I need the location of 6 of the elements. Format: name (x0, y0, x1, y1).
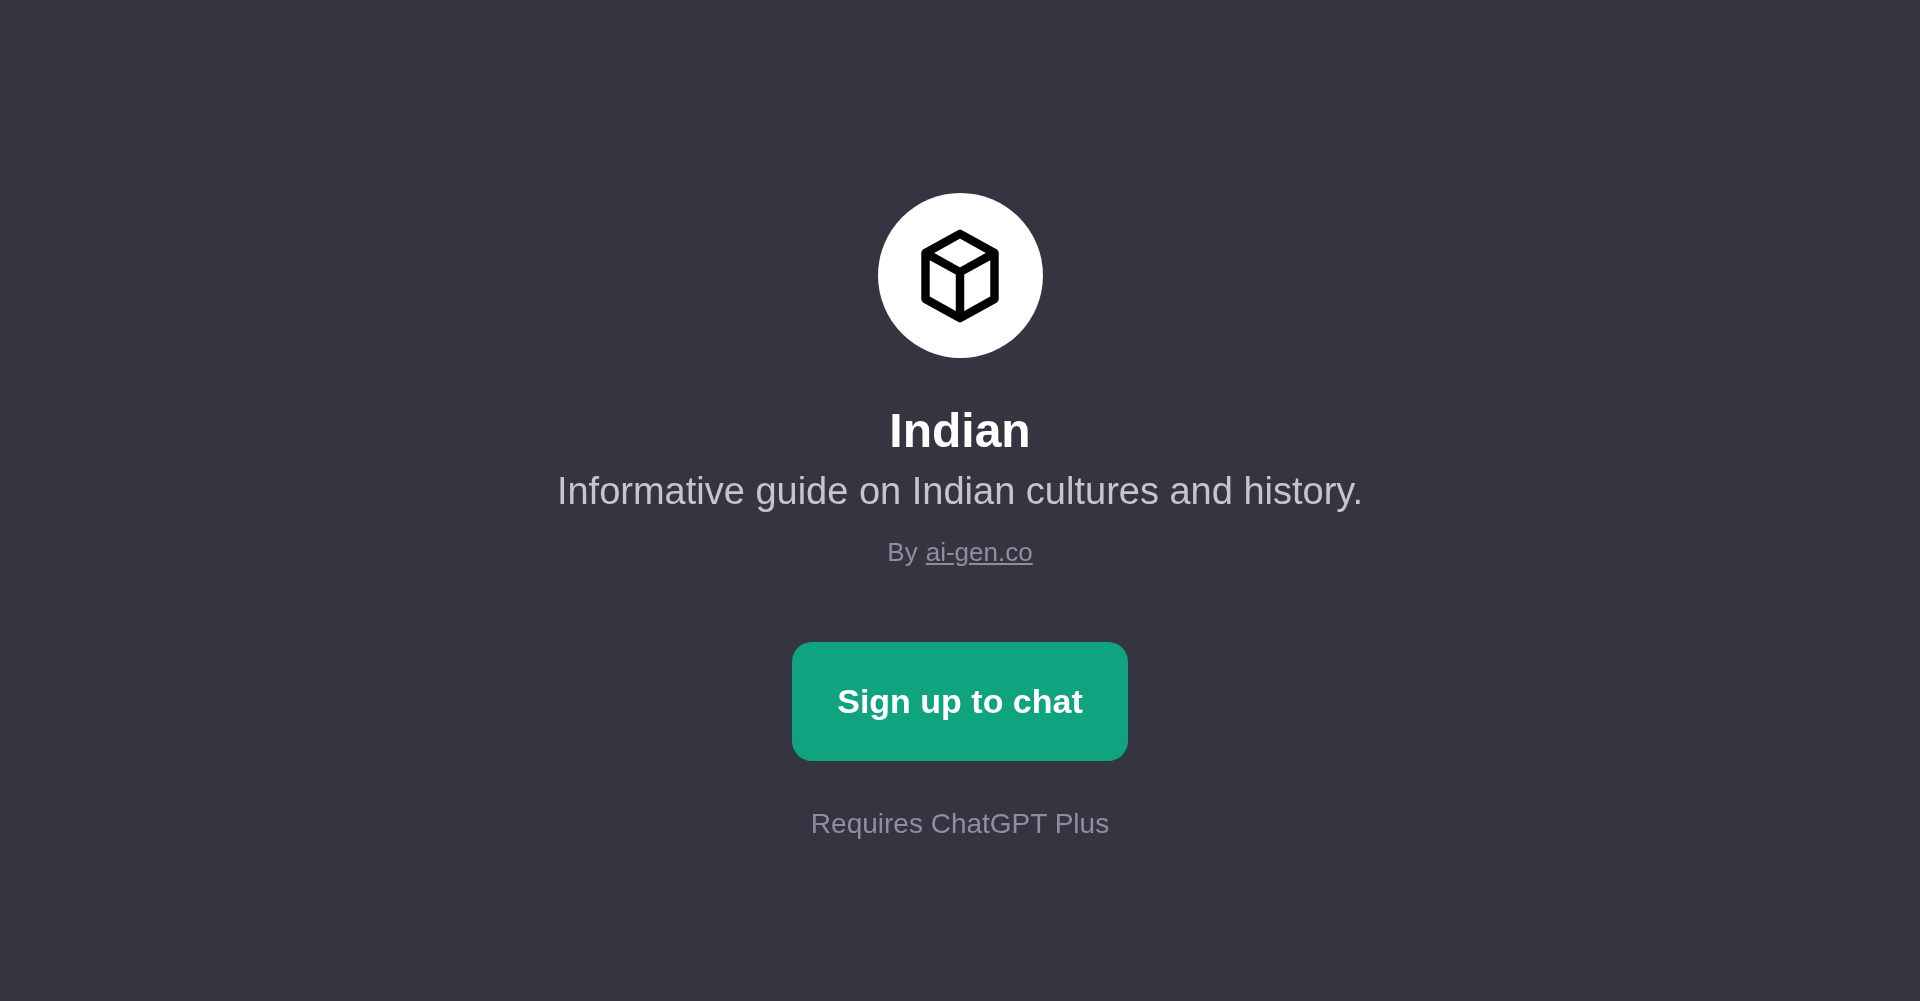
author-prefix: By (887, 536, 918, 569)
gpt-description: Informative guide on Indian cultures and history. (556, 469, 1364, 514)
requirement-note: Requires ChatGPT Plus (810, 807, 1110, 841)
author-link[interactable]: ai-gen.co (925, 533, 1033, 572)
sign-up-button[interactable]: Sign up to chat (792, 642, 1128, 761)
gpt-title: Indian (889, 403, 1031, 459)
